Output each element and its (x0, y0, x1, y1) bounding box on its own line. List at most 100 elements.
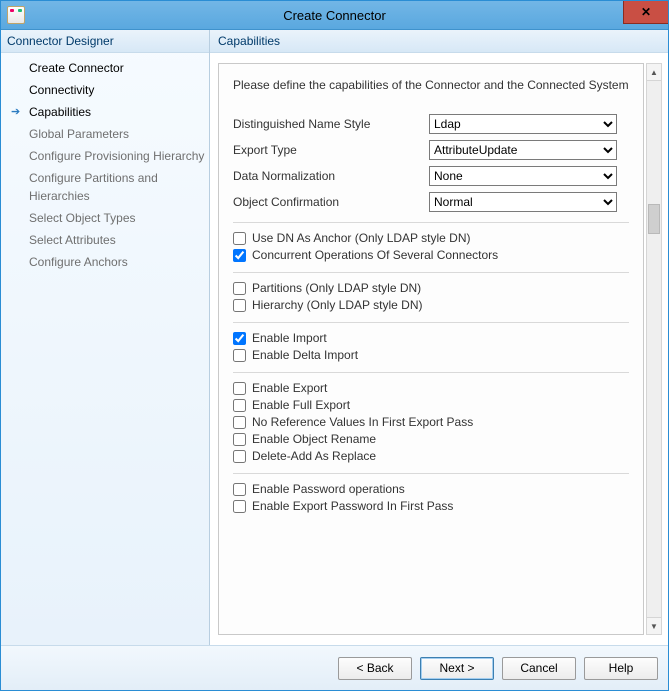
nav-item-label: Configure Partitions and Hierarchies (29, 169, 205, 205)
nav-item-label: Select Attributes (29, 231, 116, 249)
checkbox-partitions[interactable] (233, 282, 246, 295)
select-distinguished-name-style[interactable]: Ldap (429, 114, 617, 134)
scroll-down-button[interactable]: ▼ (647, 617, 661, 634)
row-distinguished-name-style: Distinguished Name Style Ldap (233, 114, 629, 134)
check-label: Partitions (Only LDAP style DN) (252, 281, 421, 295)
nav-select-attributes[interactable]: Select Attributes (1, 229, 209, 251)
separator (233, 473, 629, 474)
nav-item-label: Global Parameters (29, 125, 129, 143)
instruction-text: Please define the capabilities of the Co… (233, 78, 629, 92)
checkbox-use-dn-as-anchor[interactable] (233, 232, 246, 245)
nav-select-object-types[interactable]: Select Object Types (1, 207, 209, 229)
check-label: Enable Delta Import (252, 348, 358, 362)
nav-item-label: Capabilities (29, 103, 91, 121)
row-export-type: Export Type AttributeUpdate (233, 140, 629, 160)
select-export-type[interactable]: AttributeUpdate (429, 140, 617, 160)
checkbox-concurrent-ops[interactable] (233, 249, 246, 262)
check-enable-full-export[interactable]: Enable Full Export (233, 398, 629, 412)
window-title: Create Connector (1, 8, 668, 23)
check-enable-import[interactable]: Enable Import (233, 331, 629, 345)
nav-configure-anchors[interactable]: Configure Anchors (1, 251, 209, 273)
body: Connector Designer Create Connector Conn… (1, 30, 668, 645)
nav-create-connector[interactable]: Create Connector (1, 57, 209, 79)
vertical-scrollbar[interactable]: ▲ ▼ (646, 63, 662, 635)
check-label: Delete-Add As Replace (252, 449, 376, 463)
content-area: Capabilities Please define the capabilit… (210, 30, 668, 645)
check-label: Concurrent Operations Of Several Connect… (252, 248, 498, 262)
check-hierarchy[interactable]: Hierarchy (Only LDAP style DN) (233, 298, 629, 312)
nav-item-label: Select Object Types (29, 209, 136, 227)
check-partitions[interactable]: Partitions (Only LDAP style DN) (233, 281, 629, 295)
check-label: No Reference Values In First Export Pass (252, 415, 473, 429)
separator (233, 222, 629, 223)
nav-list: Create Connector Connectivity ➔ Capabili… (1, 53, 209, 277)
scroll-up-button[interactable]: ▲ (647, 64, 661, 81)
checkbox-enable-export-pw-first[interactable] (233, 500, 246, 513)
check-label: Enable Password operations (252, 482, 405, 496)
close-icon: ✕ (641, 5, 651, 19)
separator (233, 322, 629, 323)
check-concurrent-ops[interactable]: Concurrent Operations Of Several Connect… (233, 248, 629, 262)
check-enable-password-ops[interactable]: Enable Password operations (233, 482, 629, 496)
checkbox-enable-object-rename[interactable] (233, 433, 246, 446)
nav-item-label: Connectivity (29, 81, 94, 99)
check-delete-add-as-replace[interactable]: Delete-Add As Replace (233, 449, 629, 463)
select-object-confirmation[interactable]: Normal (429, 192, 617, 212)
checkbox-delete-add-as-replace[interactable] (233, 450, 246, 463)
check-label: Enable Import (252, 331, 327, 345)
sidebar: Connector Designer Create Connector Conn… (1, 30, 210, 645)
nav-item-label: Create Connector (29, 59, 124, 77)
nav-item-label: Configure Anchors (29, 253, 128, 271)
check-label: Hierarchy (Only LDAP style DN) (252, 298, 422, 312)
sidebar-header: Connector Designer (1, 30, 209, 53)
nav-connectivity[interactable]: Connectivity (1, 79, 209, 101)
wizard-footer: < Back Next > Cancel Help (1, 645, 668, 690)
check-label: Enable Export (252, 381, 327, 395)
back-button[interactable]: < Back (338, 657, 412, 680)
check-label: Enable Full Export (252, 398, 350, 412)
nav-configure-provisioning-hierarchy[interactable]: Configure Provisioning Hierarchy (1, 145, 209, 167)
help-button[interactable]: Help (584, 657, 658, 680)
arrow-right-icon: ➔ (11, 103, 20, 121)
separator (233, 272, 629, 273)
select-data-normalization[interactable]: None (429, 166, 617, 186)
cancel-button[interactable]: Cancel (502, 657, 576, 680)
close-button[interactable]: ✕ (623, 1, 668, 24)
nav-item-label: Configure Provisioning Hierarchy (29, 147, 204, 165)
label-object-confirmation: Object Confirmation (233, 195, 429, 209)
content-header: Capabilities (210, 30, 668, 53)
checkbox-enable-full-export[interactable] (233, 399, 246, 412)
capabilities-panel: Please define the capabilities of the Co… (218, 63, 644, 635)
checkbox-enable-password-ops[interactable] (233, 483, 246, 496)
titlebar[interactable]: Create Connector ✕ (1, 1, 668, 30)
checkbox-enable-delta-import[interactable] (233, 349, 246, 362)
next-button[interactable]: Next > (420, 657, 494, 680)
check-enable-export-pw-first[interactable]: Enable Export Password In First Pass (233, 499, 629, 513)
scrollbar-thumb[interactable] (648, 204, 660, 234)
check-label: Use DN As Anchor (Only LDAP style DN) (252, 231, 471, 245)
chevron-up-icon: ▲ (650, 68, 658, 77)
row-data-normalization: Data Normalization None (233, 166, 629, 186)
checkbox-enable-import[interactable] (233, 332, 246, 345)
content-body: Please define the capabilities of the Co… (210, 53, 668, 645)
create-connector-window: Create Connector ✕ Connector Designer Cr… (0, 0, 669, 691)
checkbox-hierarchy[interactable] (233, 299, 246, 312)
separator (233, 372, 629, 373)
nav-global-parameters[interactable]: Global Parameters (1, 123, 209, 145)
label-distinguished-name-style: Distinguished Name Style (233, 117, 429, 131)
checkbox-enable-export[interactable] (233, 382, 246, 395)
check-use-dn-as-anchor[interactable]: Use DN As Anchor (Only LDAP style DN) (233, 231, 629, 245)
check-no-ref-first-export[interactable]: No Reference Values In First Export Pass (233, 415, 629, 429)
check-label: Enable Export Password In First Pass (252, 499, 453, 513)
chevron-down-icon: ▼ (650, 622, 658, 631)
checkbox-no-ref-first-export[interactable] (233, 416, 246, 429)
row-object-confirmation: Object Confirmation Normal (233, 192, 629, 212)
nav-capabilities[interactable]: ➔ Capabilities (1, 101, 209, 123)
check-label: Enable Object Rename (252, 432, 376, 446)
check-enable-object-rename[interactable]: Enable Object Rename (233, 432, 629, 446)
check-enable-delta-import[interactable]: Enable Delta Import (233, 348, 629, 362)
nav-configure-partitions[interactable]: Configure Partitions and Hierarchies (1, 167, 209, 207)
label-export-type: Export Type (233, 143, 429, 157)
check-enable-export[interactable]: Enable Export (233, 381, 629, 395)
label-data-normalization: Data Normalization (233, 169, 429, 183)
